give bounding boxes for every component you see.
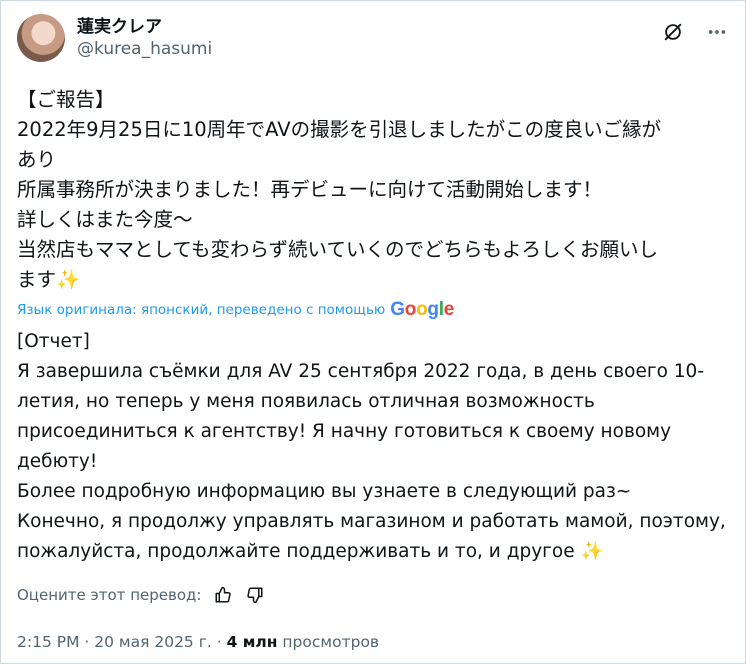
- username-handle[interactable]: @kurea_hasumi: [77, 38, 212, 60]
- translation-line-last: пожалуйста, продолжайте поддерживать и т…: [17, 537, 733, 567]
- views-count: 4 млн: [226, 633, 278, 651]
- original-line: 所属事務所が決まりました！再デビューに向けて活動開始します！: [17, 178, 603, 201]
- translation-line: Более подробную информацию вы узнаете в …: [17, 481, 632, 502]
- sparkles-icon: ✨: [580, 541, 604, 562]
- translation-line: присоединиться к агентству! Я начну гото…: [17, 421, 672, 442]
- sparkles-icon: ✨: [56, 268, 81, 291]
- tweet-time[interactable]: 2:15 PM: [17, 633, 79, 651]
- tweet-date[interactable]: 20 мая 2025 г.: [94, 633, 212, 651]
- google-logo: Google: [390, 299, 454, 320]
- tweet-header: 蓮実クレア @kurea_hasumi: [17, 13, 729, 63]
- original-line: 【ご報告】: [17, 88, 115, 111]
- translation-note: Язык оригинала: японский, переведено с п…: [17, 302, 386, 318]
- grok-slash-icon[interactable]: [661, 20, 685, 44]
- translation-line: Конечно, я продолжу управлять магазином …: [17, 511, 726, 532]
- translation-line: дебюту!: [17, 451, 98, 472]
- translation-attribution[interactable]: Язык оригинала: японский, переведено с п…: [17, 299, 454, 321]
- display-name[interactable]: 蓮実クレア: [77, 16, 212, 38]
- translation-line: летия, но теперь у меня появилась отличн…: [17, 391, 595, 412]
- meta-separator: ·: [79, 633, 95, 651]
- author-names: 蓮実クレア @kurea_hasumi: [77, 16, 212, 60]
- avatar[interactable]: [17, 14, 65, 62]
- rate-translation: Оцените этот перевод:: [17, 585, 265, 605]
- tweet-text-original: 【ご報告】 2022年9月25日に10周年でAVの撮影を引退しましたがこの度良い…: [17, 85, 733, 295]
- translation-line: Я завершила съёмки для AV 25 сентября 20…: [17, 361, 704, 382]
- original-line-last: ます✨: [17, 265, 733, 295]
- tweet-text-translation: [Отчет] Я завершила съёмки для AV 25 сен…: [17, 327, 733, 567]
- translation-line-text: пожалуйста, продолжайте поддерживать и т…: [17, 541, 575, 562]
- translation-line: [Отчет]: [17, 331, 90, 352]
- rate-label: Оцените этот перевод:: [17, 586, 202, 604]
- original-line: 2022年9月25日に10周年でAVの撮影を引退しましたがこの度良いご縁が: [17, 118, 662, 141]
- original-line-text: ます: [17, 268, 57, 291]
- original-line: あり: [17, 148, 57, 171]
- header-actions: [661, 20, 729, 44]
- views-label: просмотров: [277, 633, 380, 651]
- thumbs-down-icon[interactable]: [245, 585, 265, 605]
- original-line: 詳しくはまた今度〜: [17, 208, 193, 231]
- original-line: 当然店もママとしても変わらず続いていくのでどちらもよろしくお願いし: [17, 238, 658, 261]
- more-icon[interactable]: [705, 20, 729, 44]
- tweet-card: 蓮実クレア @kurea_hasumi 【ご報告】 2022年9月25日に10周…: [0, 0, 746, 664]
- meta-separator: ·: [211, 633, 227, 651]
- tweet-meta: 2:15 PM · 20 мая 2025 г. · 4 млн просмот…: [17, 633, 379, 651]
- thumbs-up-icon[interactable]: [213, 585, 233, 605]
